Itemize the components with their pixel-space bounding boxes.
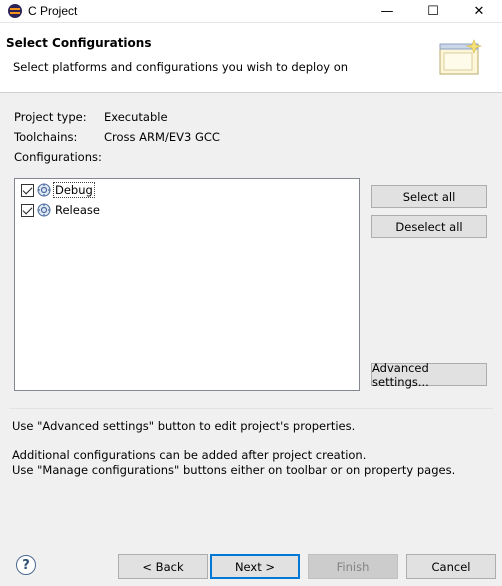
configuration-gear-icon: [37, 183, 51, 197]
toolchains-value: Cross ARM/EV3 GCC: [104, 130, 220, 144]
config-label-release: Release: [55, 203, 100, 217]
window-title: C Project: [28, 4, 78, 18]
release-checkbox[interactable]: [21, 203, 34, 217]
info-message-area: Use "Advanced settings" button to edit p…: [9, 408, 493, 545]
minimize-button[interactable]: —: [364, 0, 410, 23]
configurations-label: Configurations:: [14, 150, 102, 164]
deselect-all-button[interactable]: Deselect all: [371, 215, 487, 238]
config-label-debug: Debug: [53, 182, 95, 198]
eclipse-icon: [8, 4, 22, 18]
message-manage-configs: Use "Manage configurations" buttons eith…: [12, 463, 456, 477]
toolchains-label: Toolchains:: [14, 130, 78, 144]
back-button[interactable]: < Back: [118, 554, 208, 579]
page-description: Select platforms and configurations you …: [13, 60, 349, 74]
project-type-value: Executable: [104, 110, 168, 124]
close-button[interactable]: ✕: [456, 0, 502, 23]
project-type-label: Project type:: [14, 110, 87, 124]
advanced-settings-button[interactable]: Advanced settings...: [371, 361, 487, 389]
finish-button[interactable]: Finish: [308, 554, 398, 579]
list-item[interactable]: Release: [21, 201, 100, 219]
configuration-gear-icon: [37, 203, 51, 217]
wizard-banner-icon: [439, 39, 483, 75]
wizard-header: Select Configurations Select platforms a…: [0, 23, 502, 93]
debug-checkbox[interactable]: [21, 183, 34, 197]
select-all-button[interactable]: Select all: [371, 185, 487, 208]
configurations-list[interactable]: Debug Release: [14, 178, 360, 391]
message-advanced-settings: Use "Advanced settings" button to edit p…: [12, 419, 356, 433]
next-button[interactable]: Next >: [210, 554, 300, 579]
cancel-button[interactable]: Cancel: [406, 554, 496, 579]
list-item[interactable]: Debug: [21, 181, 95, 199]
maximize-button[interactable]: ☐: [410, 0, 456, 23]
title-bar: C Project — ☐ ✕: [0, 0, 502, 23]
help-icon[interactable]: ?: [16, 555, 36, 575]
page-title: Select Configurations: [6, 36, 152, 50]
message-additional-configs: Additional configurations can be added a…: [12, 448, 367, 462]
